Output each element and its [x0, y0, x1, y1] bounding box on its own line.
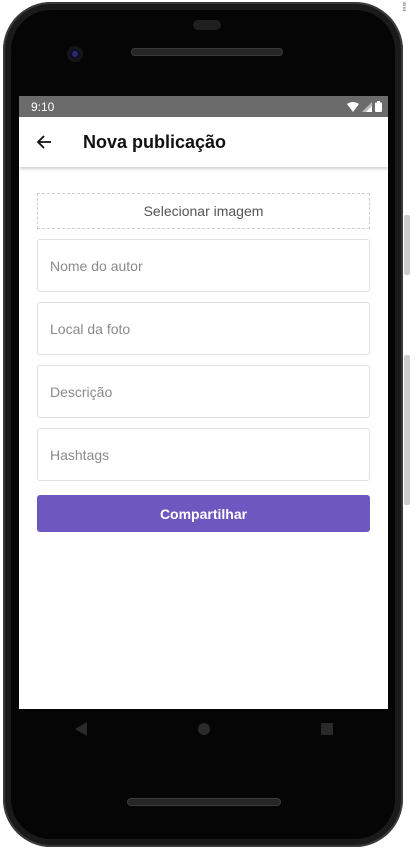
select-image-label: Selecionar imagem [143, 203, 264, 219]
nav-recents-button[interactable] [307, 709, 347, 749]
status-icons [347, 101, 382, 112]
square-recents-icon [320, 723, 333, 735]
location-field [37, 302, 370, 355]
nav-back-button[interactable] [61, 709, 101, 749]
status-time: 9:10 [31, 99, 55, 114]
arrow-left-icon [36, 135, 51, 149]
author-field [37, 239, 370, 292]
description-field [37, 365, 370, 418]
front-camera [67, 46, 83, 62]
nav-home-button[interactable] [184, 709, 224, 749]
resize-grip-icon: ⁞⁞ [402, 0, 407, 14]
select-image-button[interactable]: Selecionar imagem [37, 193, 370, 229]
page-title: Nova publicação [83, 131, 227, 152]
triangle-back-icon [74, 722, 87, 736]
volume-button [404, 215, 410, 275]
location-input[interactable] [50, 320, 357, 337]
post-form: Selecionar imagem Compartilhar [19, 193, 388, 532]
earpiece [193, 20, 221, 30]
share-label: Compartilhar [159, 505, 248, 522]
power-button [404, 355, 410, 505]
system-nav-bar [19, 709, 388, 749]
bottom-speaker [127, 798, 281, 806]
author-input[interactable] [50, 257, 357, 274]
back-button[interactable] [19, 117, 69, 167]
share-button[interactable]: Compartilhar [37, 495, 370, 532]
hashtags-field [37, 428, 370, 481]
signal-icon [362, 101, 372, 112]
top-speaker [131, 48, 283, 56]
hashtags-input[interactable] [50, 446, 357, 463]
app-screen: 9:10 Nova publicação Selecionar imagem N… [19, 96, 388, 709]
battery-icon [375, 101, 382, 112]
circle-home-icon [197, 723, 210, 735]
app-bar: Nova publicação [19, 117, 388, 167]
status-bar: 9:10 [19, 96, 388, 117]
wifi-icon [347, 101, 359, 112]
description-input[interactable] [50, 383, 357, 400]
